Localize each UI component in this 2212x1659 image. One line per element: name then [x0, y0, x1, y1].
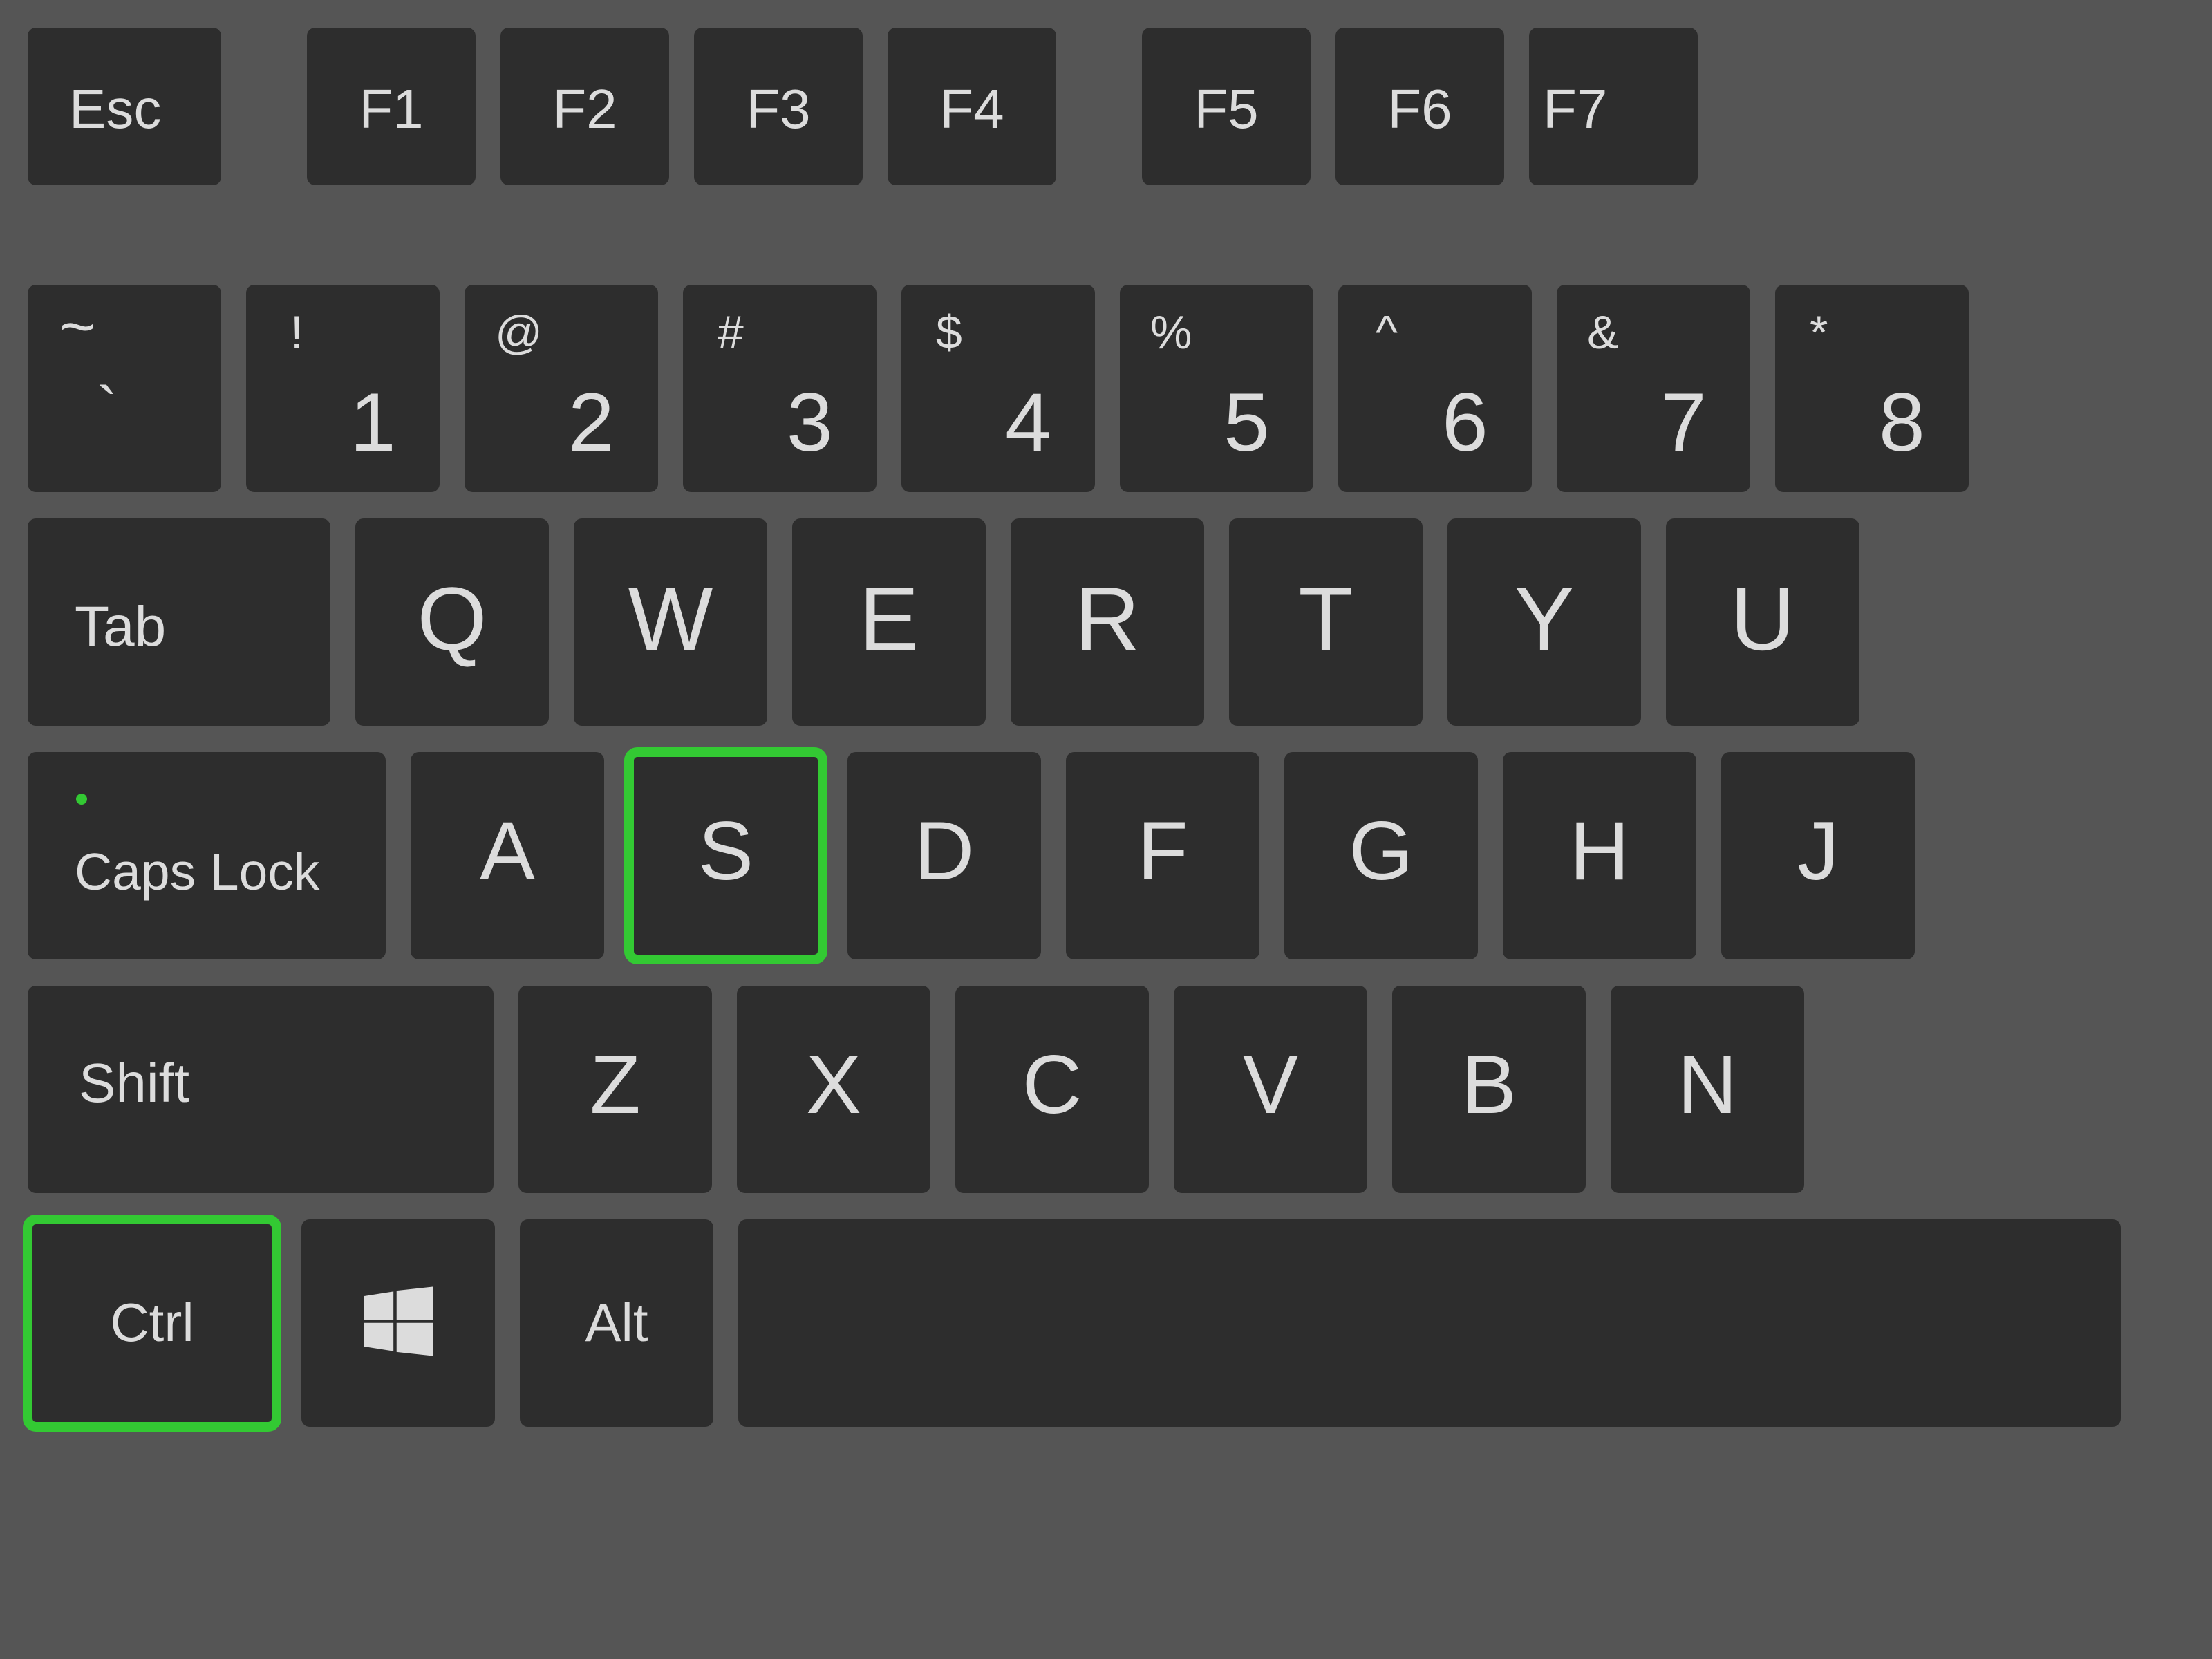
key-tab-label: Tab	[75, 594, 166, 659]
key-u-label: U	[1666, 567, 1859, 671]
key-c[interactable]: C	[955, 986, 1149, 1193]
keyboard: Esc F1 F2 F3 F4 F5 F6 F7 ~ ` ! 1	[0, 0, 2212, 1659]
key-b[interactable]: B	[1392, 986, 1586, 1193]
key-y[interactable]: Y	[1447, 518, 1641, 726]
key-f2[interactable]: F2	[500, 28, 669, 185]
key-1-upper: !	[290, 306, 303, 359]
key-8[interactable]: * 8	[1775, 285, 1969, 492]
key-1[interactable]: ! 1	[246, 285, 440, 492]
key-s-label: S	[629, 803, 823, 899]
key-5[interactable]: % 5	[1120, 285, 1313, 492]
key-8-lower: 8	[1879, 375, 1925, 470]
key-f5[interactable]: F5	[1142, 28, 1311, 185]
key-4-lower: 4	[1005, 375, 1051, 470]
key-z-label: Z	[518, 1037, 712, 1132]
key-v[interactable]: V	[1174, 986, 1367, 1193]
key-tilde-lower: `	[97, 375, 118, 446]
key-n[interactable]: N	[1611, 986, 1804, 1193]
caps-lock-indicator-icon	[76, 794, 87, 805]
key-y-label: Y	[1447, 567, 1641, 671]
key-esc[interactable]: Esc	[28, 28, 221, 185]
key-4[interactable]: $ 4	[901, 285, 1095, 492]
key-h-label: H	[1503, 803, 1696, 899]
key-2-lower: 2	[568, 375, 615, 470]
key-6-lower: 6	[1442, 375, 1488, 470]
key-f-label: F	[1066, 803, 1259, 899]
key-u[interactable]: U	[1666, 518, 1859, 726]
key-7-lower: 7	[1660, 375, 1707, 470]
key-7[interactable]: & 7	[1557, 285, 1750, 492]
key-f2-label: F2	[500, 77, 669, 141]
key-v-label: V	[1174, 1037, 1367, 1132]
key-f4-label: F4	[888, 77, 1056, 141]
key-f3[interactable]: F3	[694, 28, 863, 185]
key-d[interactable]: D	[847, 752, 1041, 959]
key-tab[interactable]: Tab	[28, 518, 330, 726]
key-space[interactable]	[738, 1219, 2121, 1427]
key-w[interactable]: W	[574, 518, 767, 726]
key-j[interactable]: J	[1721, 752, 1915, 959]
key-f7[interactable]: F7	[1529, 28, 1698, 185]
key-b-label: B	[1392, 1037, 1586, 1132]
key-f5-label: F5	[1142, 77, 1311, 141]
key-w-label: W	[574, 567, 767, 671]
key-4-upper: $	[936, 306, 962, 359]
key-s[interactable]: S	[629, 752, 823, 959]
key-1-lower: 1	[350, 375, 396, 470]
key-windows[interactable]	[301, 1219, 495, 1427]
key-f1-label: F1	[307, 77, 476, 141]
key-c-label: C	[955, 1037, 1149, 1132]
key-esc-label: Esc	[69, 77, 161, 141]
key-e-label: E	[792, 567, 986, 671]
key-e[interactable]: E	[792, 518, 986, 726]
key-g-label: G	[1284, 803, 1478, 899]
key-f1[interactable]: F1	[307, 28, 476, 185]
key-caps-lock-label: Caps Lock	[75, 842, 319, 901]
key-f6[interactable]: F6	[1335, 28, 1504, 185]
key-7-upper: &	[1587, 306, 1618, 359]
key-t[interactable]: T	[1229, 518, 1423, 726]
key-x-label: X	[737, 1037, 930, 1132]
key-z[interactable]: Z	[518, 986, 712, 1193]
key-tilde-upper: ~	[59, 292, 96, 363]
key-3[interactable]: # 3	[683, 285, 877, 492]
key-caps-lock[interactable]: Caps Lock	[28, 752, 386, 959]
key-d-label: D	[847, 803, 1041, 899]
key-q[interactable]: Q	[355, 518, 549, 726]
key-alt-label: Alt	[520, 1291, 713, 1354]
key-shift[interactable]: Shift	[28, 986, 494, 1193]
key-5-upper: %	[1150, 306, 1192, 359]
key-f4[interactable]: F4	[888, 28, 1056, 185]
key-3-upper: #	[718, 306, 744, 359]
key-3-lower: 3	[787, 375, 833, 470]
key-2[interactable]: @ 2	[465, 285, 658, 492]
key-a-label: A	[411, 803, 604, 899]
key-6-upper: ^	[1376, 306, 1398, 359]
key-n-label: N	[1611, 1037, 1804, 1132]
key-ctrl[interactable]: Ctrl	[28, 1219, 276, 1427]
key-j-label: J	[1721, 803, 1915, 899]
key-h[interactable]: H	[1503, 752, 1696, 959]
key-5-lower: 5	[1224, 375, 1270, 470]
key-r[interactable]: R	[1011, 518, 1204, 726]
key-8-upper: *	[1810, 306, 1828, 359]
key-tilde[interactable]: ~ `	[28, 285, 221, 492]
key-f6-label: F6	[1335, 77, 1504, 141]
key-f[interactable]: F	[1066, 752, 1259, 959]
windows-icon	[364, 1287, 433, 1360]
key-q-label: Q	[355, 567, 549, 671]
key-6[interactable]: ^ 6	[1338, 285, 1532, 492]
key-g[interactable]: G	[1284, 752, 1478, 959]
key-shift-label: Shift	[79, 1051, 189, 1115]
key-x[interactable]: X	[737, 986, 930, 1193]
key-f7-label: F7	[1543, 77, 1607, 141]
key-alt[interactable]: Alt	[520, 1219, 713, 1427]
key-t-label: T	[1229, 567, 1423, 671]
key-a[interactable]: A	[411, 752, 604, 959]
key-f3-label: F3	[694, 77, 863, 141]
key-ctrl-label: Ctrl	[28, 1291, 276, 1354]
key-2-upper: @	[495, 306, 543, 359]
key-r-label: R	[1011, 567, 1204, 671]
